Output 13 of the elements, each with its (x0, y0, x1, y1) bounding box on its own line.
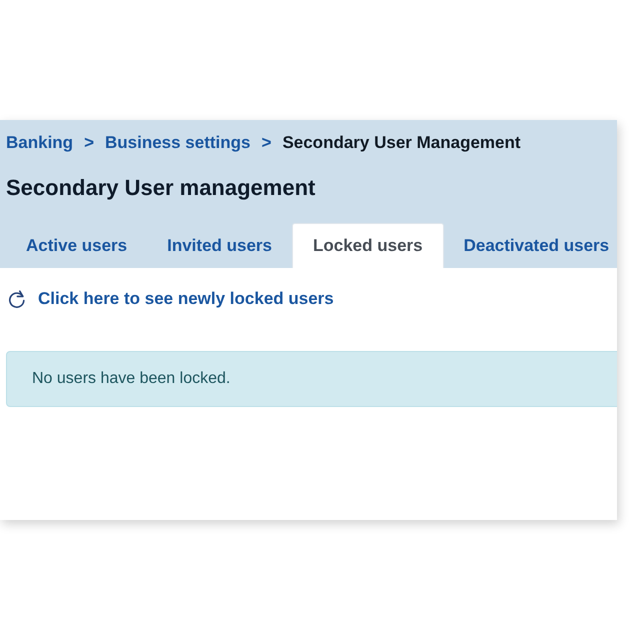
tab[interactable]: Locked users (292, 223, 444, 268)
tab[interactable]: Active users (6, 223, 148, 268)
breadcrumb-link[interactable]: Business settings (105, 132, 250, 154)
alert-message: No users have been locked. (32, 370, 230, 388)
breadcrumb-separator: > (262, 132, 272, 154)
breadcrumb-current-page: Secondary User Management (282, 132, 521, 154)
tab[interactable]: Invited users (147, 223, 292, 268)
breadcrumb-separator: > (84, 132, 94, 154)
breadcrumb-link[interactable]: Banking (6, 132, 74, 154)
tab[interactable]: Deactivated users (444, 223, 617, 268)
refresh-icon[interactable] (8, 290, 26, 308)
refresh-link[interactable]: Click here to see newly locked users (38, 289, 334, 309)
page-title: Secondary User management (6, 175, 316, 201)
